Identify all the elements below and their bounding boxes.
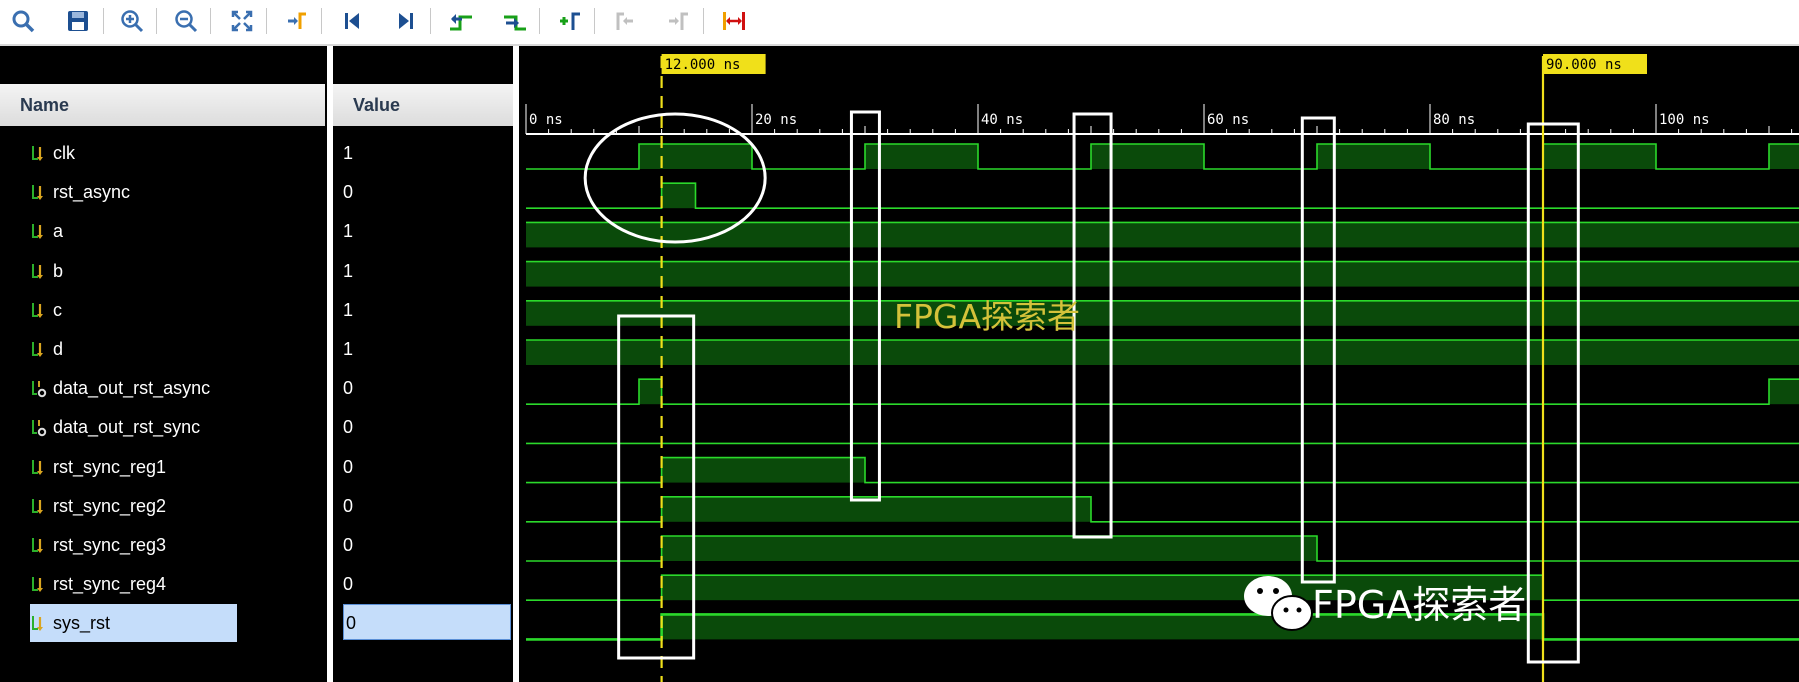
cursor-time-label: 90.000 ns (1546, 57, 1622, 73)
signal-row-c[interactable]: c (30, 295, 62, 325)
zoom-search-icon[interactable] (6, 4, 40, 38)
input-signal-icon (30, 339, 47, 359)
output-signal-icon (30, 417, 47, 437)
watermark-text: FPGA探索者 (1312, 583, 1526, 627)
wave-high-fill (1769, 379, 1799, 405)
input-signal-icon (30, 613, 47, 633)
input-signal-icon (30, 535, 47, 555)
wave-high-fill (661, 457, 865, 483)
input-signal-icon (30, 574, 47, 594)
signal-name: rst_async (53, 182, 131, 203)
wave-high-fill (661, 536, 1317, 561)
signal-value[interactable]: 0 (343, 569, 353, 599)
zoom-out-icon[interactable] (169, 4, 203, 38)
signal-value[interactable]: 1 (343, 256, 353, 286)
signal-value[interactable]: 1 (343, 334, 353, 364)
signal-name: b (53, 260, 64, 281)
go-to-time-0-icon[interactable] (335, 4, 369, 38)
value-column-header[interactable]: Value (333, 84, 513, 126)
signal-row-rst-sync-reg1[interactable]: rst_sync_reg1 (30, 452, 166, 482)
cursor-time-label: 12.000 ns (665, 57, 741, 73)
previous-marker-icon (607, 4, 641, 38)
wave-high-fill (865, 144, 978, 169)
signal-row-rst-sync-reg4[interactable]: rst_sync_reg4 (30, 569, 166, 599)
signal-row-clk[interactable]: clk (30, 138, 75, 168)
input-signal-icon (30, 261, 47, 281)
input-signal-icon (30, 457, 47, 477)
signal-name: sys_rst (53, 613, 111, 634)
ruler-label: 100 ns (1659, 112, 1710, 128)
signal-value[interactable]: 1 (343, 216, 353, 246)
signal-value[interactable]: 1 (343, 138, 353, 168)
value-panel: Value (333, 46, 513, 682)
signal-name: data_out_rst_async (53, 378, 211, 399)
input-signal-icon (30, 221, 47, 241)
annotation-box (617, 314, 696, 660)
waveform-data-out-rst-async (526, 378, 1799, 405)
go-to-cursor-icon[interactable] (280, 4, 314, 38)
wave-high-fill (639, 379, 662, 405)
signal-value[interactable]: 0 (343, 491, 353, 521)
signal-row-rst-sync-reg2[interactable]: rst_sync_reg2 (30, 491, 166, 521)
next-marker-icon (662, 4, 696, 38)
signal-value[interactable]: 0 (343, 604, 511, 641)
signal-name: c (53, 299, 62, 320)
save-icon[interactable] (61, 4, 95, 38)
wave-high-fill (1091, 144, 1204, 169)
signal-row-rst-sync-reg3[interactable]: rst_sync_reg3 (30, 530, 166, 560)
input-signal-icon (30, 182, 47, 202)
input-signal-icon (30, 496, 47, 516)
add-marker-icon[interactable] (553, 4, 587, 38)
waveform-rst-async (526, 182, 1799, 209)
signal-row-a[interactable]: a (30, 216, 63, 246)
signal-row-d[interactable]: d (30, 334, 63, 364)
ruler-label: 20 ns (755, 112, 797, 128)
zoom-in-icon[interactable] (115, 4, 149, 38)
output-signal-icon (30, 378, 47, 398)
next-transition-icon[interactable] (498, 4, 532, 38)
overlay-text: FPGA探索者 (894, 297, 1080, 336)
swap-cursors-icon[interactable] (717, 4, 751, 38)
wave-high-fill (1543, 144, 1656, 169)
signal-row-sys-rst[interactable]: sys_rst (30, 604, 237, 643)
wave-high-fill (526, 261, 1799, 287)
wave-high-fill (661, 183, 696, 209)
signal-name: rst_sync_reg4 (53, 574, 167, 595)
signal-row-rst-async[interactable]: rst_async (30, 177, 130, 207)
go-to-last-time-icon[interactable] (389, 4, 423, 38)
input-signal-icon (30, 143, 47, 163)
signal-value[interactable]: 0 (343, 452, 353, 482)
waveform-area[interactable]: 0 ns 20 ns 40 ns 60 ns 80 ns 100 ns 12.000 ns 9… (519, 46, 1799, 682)
wave-high-fill (526, 300, 1799, 326)
ruler-label: 0 ns (529, 112, 563, 128)
signal-value[interactable]: 0 (343, 177, 353, 207)
wave-high-fill (639, 144, 752, 169)
signal-row-data-out-rst-async[interactable]: data_out_rst_async (30, 373, 210, 403)
signal-value[interactable]: 0 (343, 530, 353, 560)
wave-high-fill (1769, 144, 1799, 169)
previous-transition-icon[interactable] (444, 4, 478, 38)
signal-name: d (53, 339, 64, 359)
ruler-label: 60 ns (1207, 112, 1249, 128)
signal-name: a (53, 221, 64, 242)
input-signal-icon (30, 300, 47, 320)
signal-value[interactable]: 1 (343, 295, 353, 325)
ruler-label: 40 ns (981, 112, 1023, 128)
signal-name: rst_sync_reg2 (53, 495, 167, 516)
name-column-header[interactable]: Name (0, 84, 325, 126)
signal-name: data_out_rst_sync (53, 417, 201, 438)
zoom-fit-icon[interactable] (225, 4, 259, 38)
signal-row-b[interactable]: b (30, 256, 63, 286)
toolbar (0, 0, 1799, 46)
signal-name: rst_sync_reg3 (53, 535, 167, 555)
signal-name: rst_sync_reg1 (53, 456, 167, 477)
signal-value[interactable]: 0 (343, 373, 353, 403)
signal-row-data-out-rst-sync[interactable]: data_out_rst_sync (30, 412, 200, 442)
signal-name: clk (53, 143, 75, 163)
wave-high-fill (526, 340, 1799, 365)
signal-value[interactable]: 0 (343, 412, 353, 442)
ruler-label: 80 ns (1433, 112, 1475, 128)
